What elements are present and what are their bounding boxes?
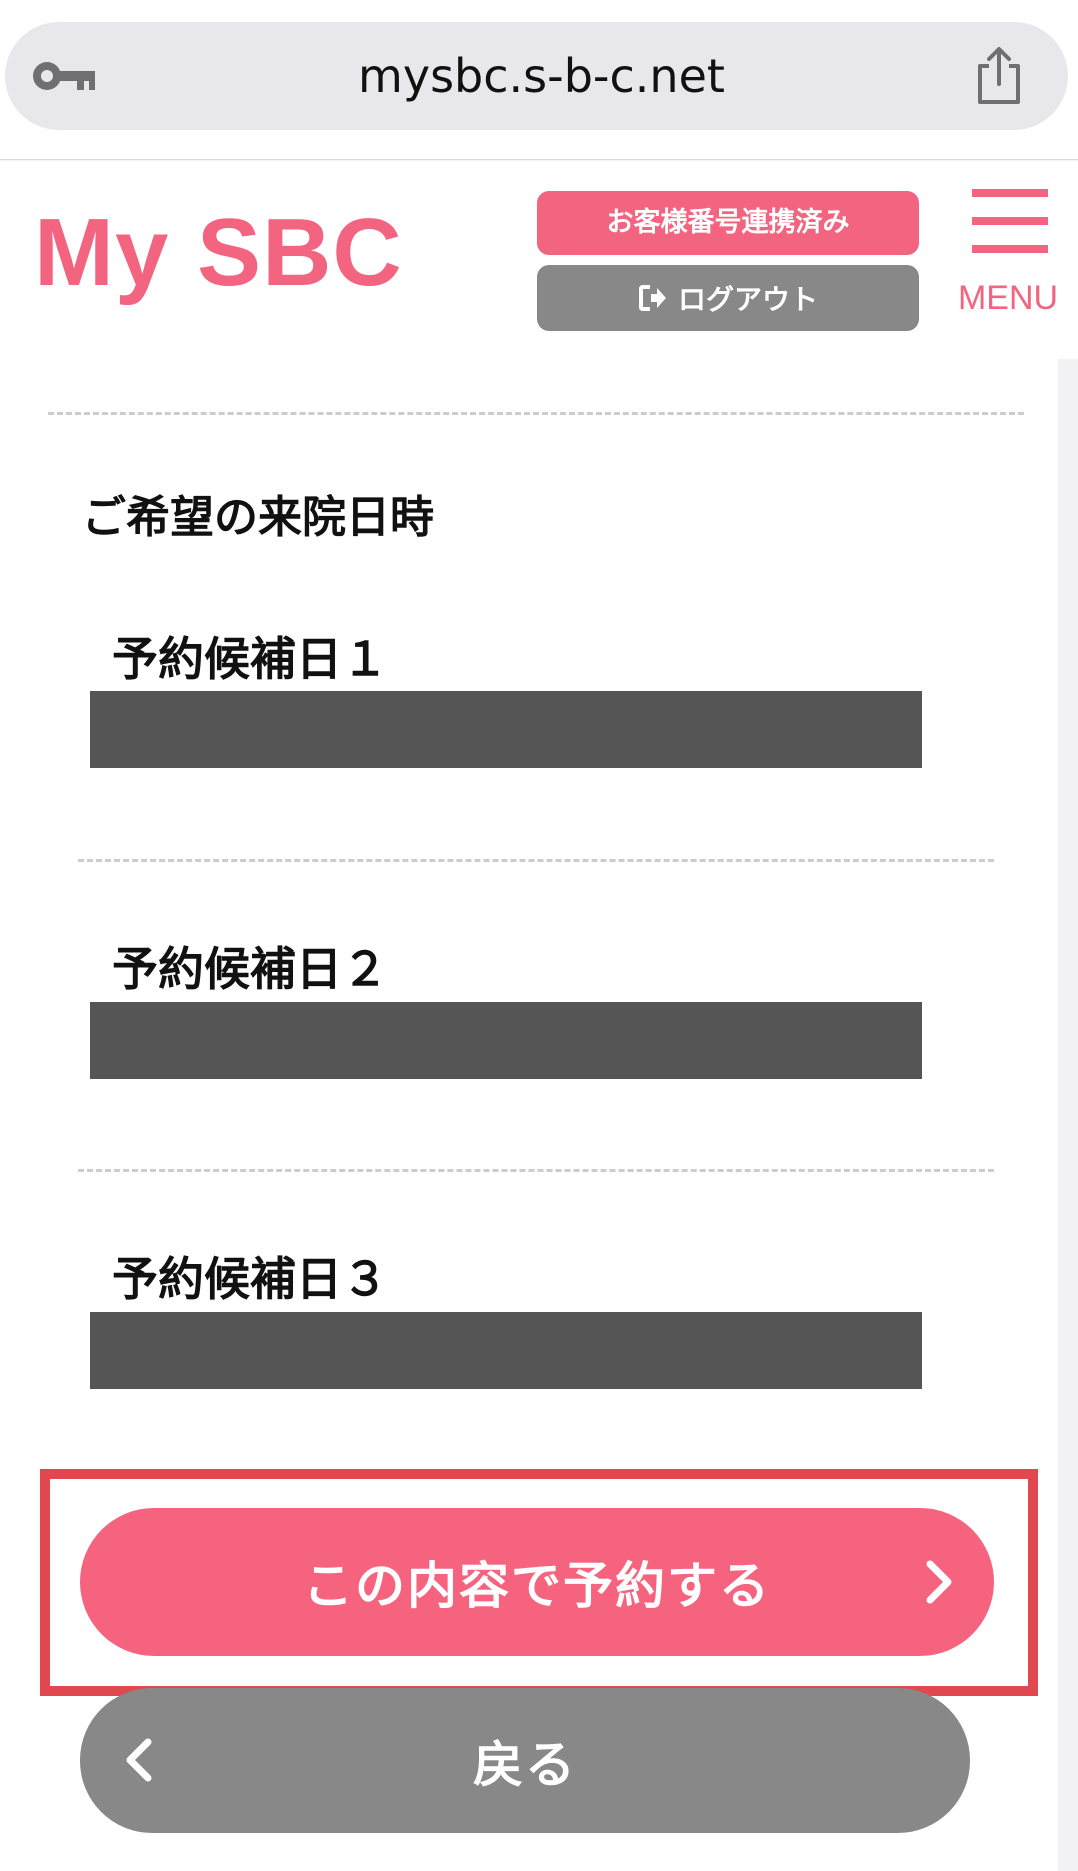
- candidate-date-3-label: 予約候補日３: [112, 1252, 388, 1306]
- url-text[interactable]: mysbc.s-b-c.net: [205, 22, 878, 130]
- confirm-reservation-button[interactable]: この内容で予約する: [80, 1508, 994, 1656]
- site-logo[interactable]: My SBC: [34, 205, 403, 301]
- logout-icon: [638, 285, 666, 311]
- back-button[interactable]: 戻る: [80, 1688, 970, 1833]
- page: mysbc.s-b-c.net My SBC お客様番号連携済み ログアウト M…: [0, 0, 1078, 1871]
- divider-2: [78, 1169, 994, 1172]
- candidate-date-1-label: 予約候補日１: [112, 632, 388, 686]
- site-header: My SBC お客様番号連携済み ログアウト MENU: [0, 161, 1078, 359]
- key-icon: [33, 62, 95, 90]
- chevron-left-icon: [126, 1738, 152, 1782]
- candidate-date-2-label: 予約候補日２: [112, 942, 388, 996]
- menu-label: MENU: [957, 279, 1059, 317]
- share-icon[interactable]: [972, 46, 1026, 106]
- browser-chrome: mysbc.s-b-c.net: [0, 0, 1078, 160]
- chevron-right-icon: [926, 1560, 952, 1604]
- customer-number-linked-badge: お客様番号連携済み: [537, 191, 919, 255]
- confirm-reservation-label: この内容で予約する: [303, 1557, 771, 1615]
- menu-button[interactable]: MENU: [948, 189, 1068, 339]
- top-divider: [48, 412, 1024, 415]
- candidate-date-1-value: [90, 691, 922, 768]
- section-title: ご希望の来院日時: [82, 492, 434, 543]
- back-label: 戻る: [473, 1735, 577, 1794]
- logout-button[interactable]: ログアウト: [537, 265, 919, 331]
- candidate-date-2-value: [90, 1002, 922, 1079]
- logout-label: ログアウト: [677, 283, 818, 316]
- hamburger-menu-icon: [972, 189, 1048, 253]
- divider-1: [78, 859, 994, 862]
- url-bar[interactable]: mysbc.s-b-c.net: [5, 22, 1068, 130]
- candidate-date-3-value: [90, 1312, 922, 1389]
